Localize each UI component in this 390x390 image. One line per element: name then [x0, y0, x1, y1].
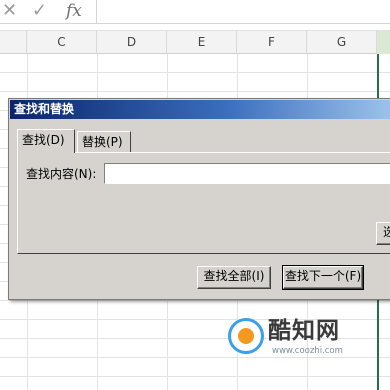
watermark-logo-icon	[228, 318, 264, 354]
row-line	[0, 72, 390, 73]
dialog-title: 查找和替换	[14, 102, 75, 116]
insert-function-icon[interactable]: fx	[66, 1, 82, 21]
column-header-e[interactable]: E	[167, 31, 237, 54]
column-header-f[interactable]: F	[237, 31, 307, 54]
watermark-logo-dot	[238, 328, 254, 344]
spreadsheet-window: ✕ ✓ fx C D E F G 酷知网 www.coozhi.com 查找和替…	[0, 0, 390, 390]
formula-bar: ✕ ✓ fx	[0, 0, 390, 24]
enter-icon[interactable]: ✓	[32, 1, 47, 21]
options-button[interactable]: 选	[376, 222, 390, 245]
find-what-label: 查找内容(N):	[26, 167, 97, 181]
column-header-g[interactable]: G	[307, 31, 377, 54]
column-header-c[interactable]: C	[27, 31, 97, 54]
column-headers: C D E F G	[0, 30, 390, 54]
column-header-d[interactable]: D	[97, 31, 167, 54]
find-next-button[interactable]: 查找下一个(F)	[282, 265, 364, 290]
row-line	[0, 91, 390, 92]
dialog-title-bar[interactable]: 查找和替换	[10, 100, 390, 119]
row-line	[0, 376, 390, 377]
find-all-button[interactable]: 查找全部(I)	[197, 266, 271, 289]
cancel-icon[interactable]: ✕	[2, 1, 17, 21]
row-line	[0, 300, 390, 301]
watermark-name: 酷知网	[268, 318, 340, 344]
watermark: 酷知网 www.coozhi.com	[228, 316, 384, 362]
formula-bar-divider	[96, 0, 97, 24]
column-header-selected[interactable]	[377, 31, 390, 54]
watermark-url: www.coozhi.com	[272, 346, 343, 356]
find-what-input[interactable]	[104, 163, 390, 184]
column-header-partial[interactable]	[0, 31, 27, 54]
find-replace-dialog: 查找和替换 替换(P) 查找(D) 查找内容(N): 选 查找全部(I) 查找下…	[8, 98, 390, 300]
tab-find[interactable]: 查找(D)	[17, 129, 75, 153]
tab-replace[interactable]: 替换(P)	[77, 131, 131, 153]
